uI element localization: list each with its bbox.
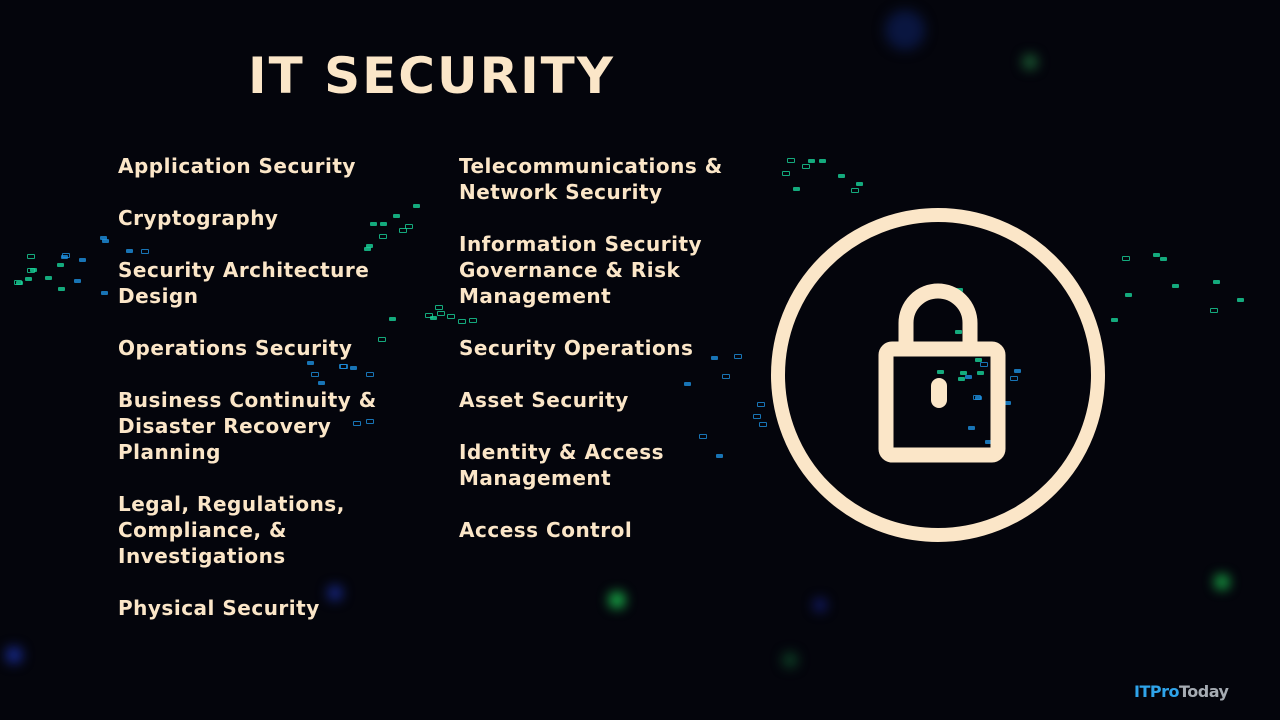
glow-dot [1215,575,1229,589]
data-dot [16,280,24,285]
data-dot [734,353,743,359]
topic-item: Legal, Regulations, Compliance, & Invest… [118,492,345,568]
topic-item: Physical Security [118,596,320,620]
data-dot [57,262,65,267]
data-dot [101,291,109,296]
data-dot [837,173,845,178]
data-dot [756,402,765,408]
glow-dot [6,647,22,663]
data-dot [1111,318,1119,323]
data-dot [79,257,87,262]
data-dot [44,275,52,280]
data-dot [1213,280,1221,285]
data-dot [412,203,420,208]
data-dot [27,253,36,259]
slide-title: IT SECURITY [248,47,615,105]
glow-dot [609,592,625,608]
left-topic-list: Application Security Cryptography Securi… [118,153,377,647]
data-dot [1171,283,1179,288]
data-dot [1210,307,1219,313]
topic-item: Business Continuity & Disaster Recovery … [118,388,377,464]
data-dot [58,287,66,292]
topic-item: Telecommunications & Network Security [459,154,723,204]
right-topic-list: Telecommunications & Network Security In… [459,153,723,569]
data-dot [392,214,400,219]
topic-item: Asset Security [459,388,629,412]
topic-item: Identity & Access Management [459,440,665,490]
topic-item: Cryptography [118,206,279,230]
logo-part-itpro: ITPro [1134,682,1179,701]
padlock-in-circle-icon [768,205,1108,545]
data-dot [377,337,386,343]
data-dot [1160,256,1168,261]
data-dot [447,314,456,320]
data-dot [1125,293,1133,298]
data-dot [722,374,731,380]
data-dot [1236,297,1244,302]
topic-item: Application Security [118,154,356,178]
topic-item: Access Control [459,518,633,542]
padlock-shackle-icon [898,283,978,348]
glow-dot [1023,55,1037,69]
topic-item: Operations Security [118,336,353,360]
data-dot [437,311,446,317]
glow-dot [783,653,797,667]
data-dot [1121,256,1130,262]
data-dot [819,159,827,164]
topic-item: Security Operations [459,336,694,360]
data-dot [388,316,396,321]
data-dot [378,233,387,239]
data-dot [850,187,859,193]
data-dot [782,171,791,177]
circle-outline [771,208,1105,542]
glow-dot [885,10,925,50]
data-dot [24,277,32,282]
topic-item: Information Security Governance & Risk M… [459,232,703,308]
topic-item: Security Architecture Design [118,258,370,308]
data-dot [759,422,768,428]
itprotoday-logo: ITProToday [1134,682,1229,701]
data-dot [786,158,795,164]
data-dot [435,305,444,311]
keyhole-icon [931,378,947,408]
data-dot [430,316,438,321]
logo-part-today: Today [1178,682,1229,701]
data-dot [27,267,36,273]
data-dot [855,182,863,187]
glow-dot [814,599,826,611]
data-dot [102,238,110,243]
data-dot [404,224,413,230]
data-dot [807,159,815,164]
data-dot [60,255,68,260]
data-dot [73,279,81,284]
data-dot [752,413,761,419]
data-dot [792,186,800,191]
data-dot [379,222,387,227]
data-dot [802,164,811,170]
data-dot [1152,252,1160,257]
